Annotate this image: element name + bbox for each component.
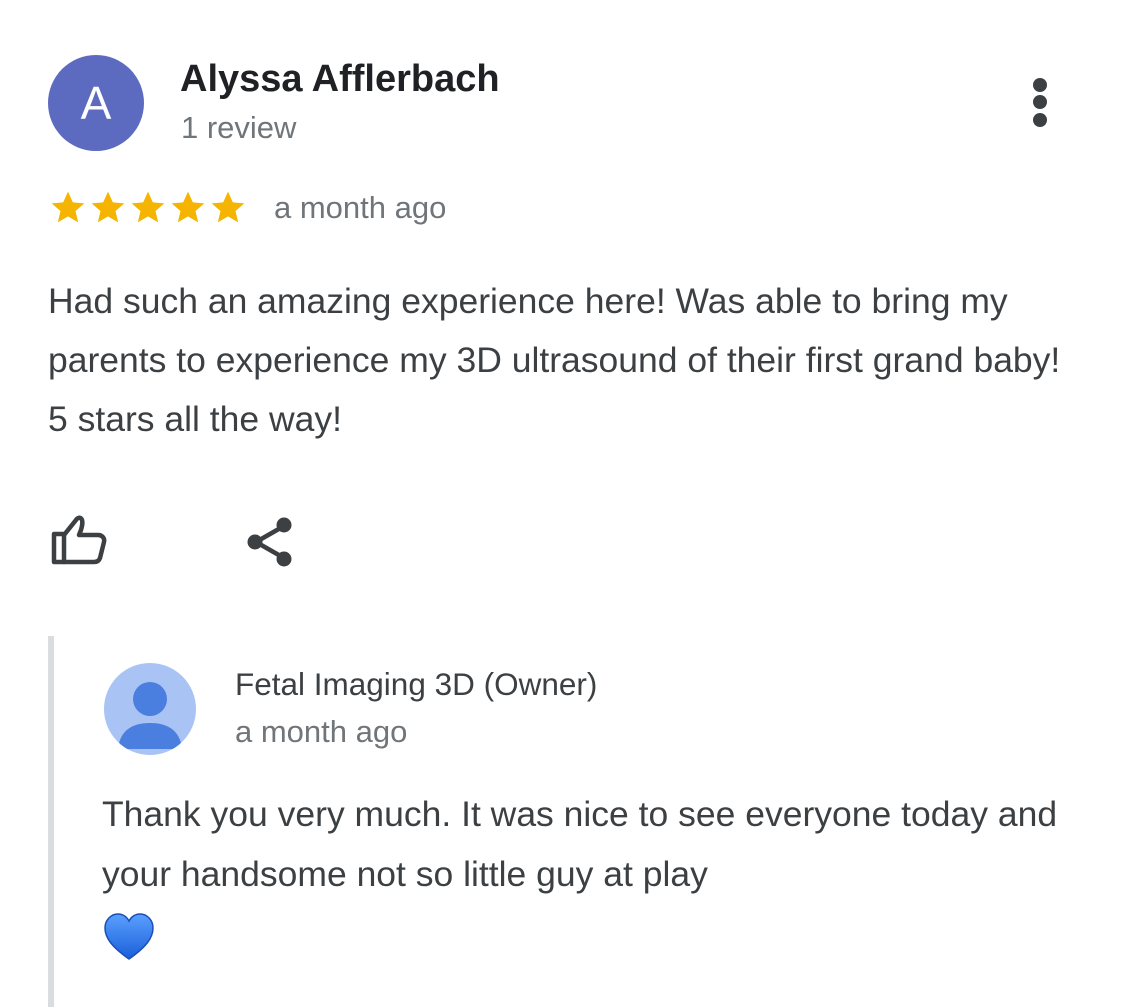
review-card: A Alyssa Afflerbach 1 review a month ago… [0,0,1125,1007]
owner-reply-text-block: Thank you very much. It was nice to see … [102,784,1082,964]
review-count: 1 review [181,110,297,145]
star-rating [48,188,248,228]
rating-row: a month ago [48,186,446,230]
review-text: Had such an amazing experience here! Was… [48,281,1061,439]
like-button[interactable] [48,508,112,568]
reviewer-name[interactable]: Alyssa Afflerbach [180,58,500,101]
owner-name: Fetal Imaging 3D (Owner) [235,666,598,702]
thumbs-up-icon [51,515,107,565]
owner-reply-date: a month ago [235,714,408,749]
more-options-button[interactable] [1020,74,1060,130]
star-icon [88,188,128,228]
owner-avatar [104,663,196,755]
star-icon [168,188,208,228]
blue-heart-icon [104,912,154,960]
review-date: a month ago [274,190,447,225]
star-icon [48,188,88,228]
owner-reply: Fetal Imaging 3D (Owner) a month ago Tha… [48,636,1088,1007]
avatar-letter: A [80,77,112,129]
star-icon [208,188,248,228]
reviewer-avatar[interactable]: A [48,55,144,151]
reply-indent-bar [48,636,54,1007]
star-icon [128,188,168,228]
share-button[interactable] [242,512,298,572]
share-icon [247,517,292,567]
owner-reply-text: Thank you very much. It was nice to see … [102,794,1058,894]
person-icon [118,682,182,749]
